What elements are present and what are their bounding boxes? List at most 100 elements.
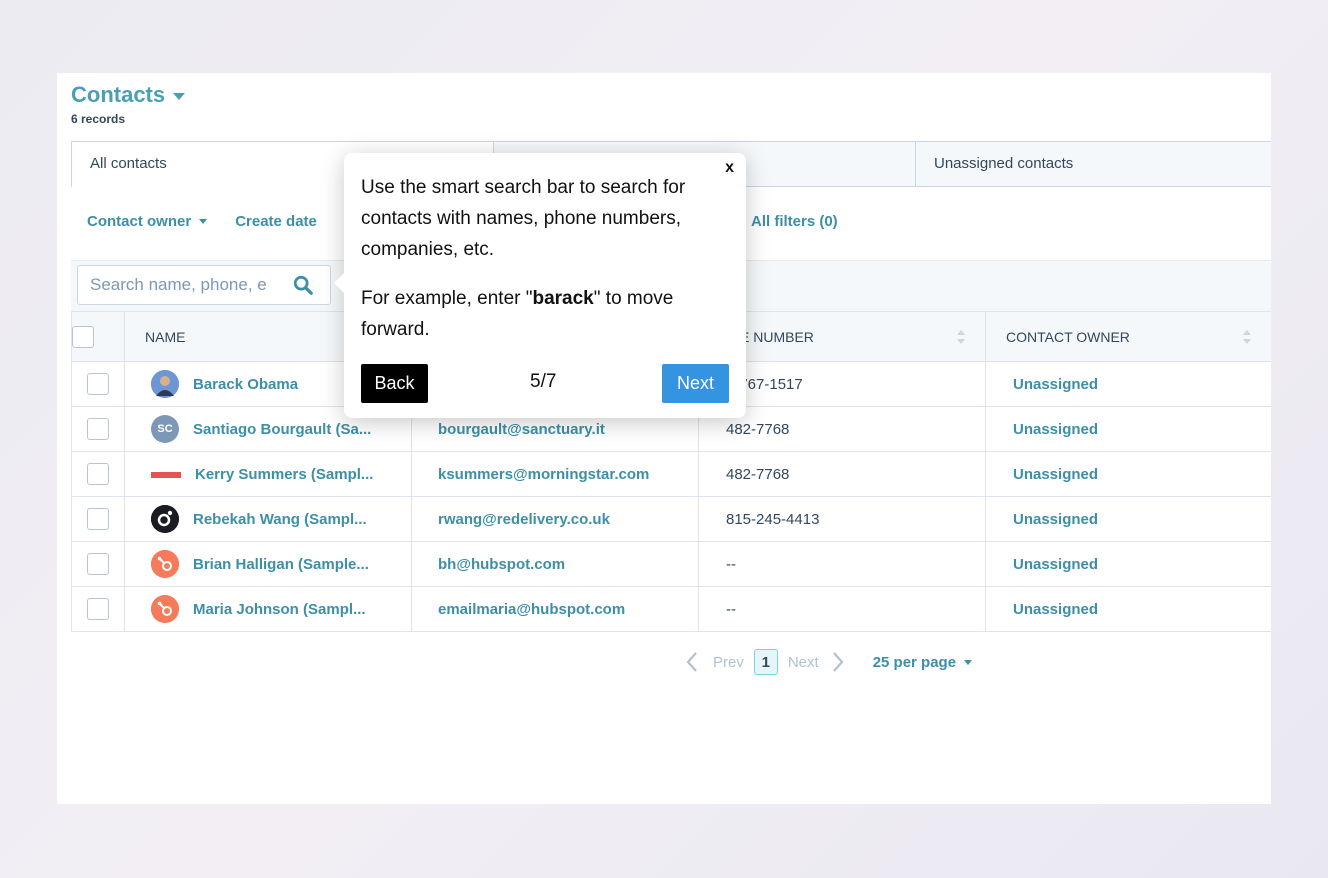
filter-label: Contact owner	[87, 213, 192, 230]
page-title[interactable]: Contacts	[71, 82, 165, 108]
name-cell: Brian Halligan (Sample...	[124, 541, 412, 587]
email-link[interactable]: emailmaria@hubspot.com	[412, 601, 698, 618]
next-page-button[interactable]: Next	[788, 654, 819, 671]
tab-unassigned-contacts[interactable]: Unassigned contacts	[916, 142, 1271, 186]
avatar	[151, 370, 179, 398]
owner-cell: Unassigned	[985, 361, 1271, 407]
table-row: Kerry Summers (Sampl... ksummers@morning…	[71, 451, 1271, 497]
name-cell: Maria Johnson (Sampl...	[124, 586, 412, 632]
email-link[interactable]: bh@hubspot.com	[412, 556, 698, 573]
owner-link[interactable]: Unassigned	[986, 556, 1271, 573]
row-select-cell	[71, 361, 125, 407]
row-select-cell	[71, 496, 125, 542]
contact-name-link[interactable]: Brian Halligan (Sample...	[193, 556, 369, 573]
row-checkbox[interactable]	[87, 553, 109, 575]
contact-name-link[interactable]: Santiago Bourgault (Sa...	[193, 421, 371, 438]
row-checkbox[interactable]	[87, 373, 109, 395]
chevron-left-icon[interactable]	[685, 651, 699, 673]
phone-value: 482-7768	[726, 465, 790, 483]
search-input-text[interactable]: Search name, phone, e	[90, 275, 286, 295]
select-all-cell	[71, 311, 125, 362]
table-row: Brian Halligan (Sample... bh@hubspot.com…	[71, 541, 1271, 587]
back-button[interactable]: Back	[361, 364, 428, 403]
per-page-dropdown[interactable]: 25 per page	[873, 654, 973, 671]
owner-cell: Unassigned	[985, 496, 1271, 542]
owner-link[interactable]: Unassigned	[986, 601, 1271, 618]
row-checkbox[interactable]	[87, 463, 109, 485]
contact-name-link[interactable]: Maria Johnson (Sampl...	[193, 601, 366, 618]
filter-label: Create date	[235, 213, 317, 230]
tooltip-arrow	[334, 273, 344, 293]
company-logo-icon	[151, 469, 181, 479]
hubspot-logo-icon	[151, 595, 179, 623]
search-icon[interactable]	[292, 274, 314, 296]
email-link[interactable]: rwang@redelivery.co.uk	[412, 511, 698, 528]
row-select-cell	[71, 451, 125, 497]
next-button[interactable]: Next	[662, 364, 729, 403]
tooltip-text: Use the smart search bar to search for c…	[361, 177, 686, 260]
contact-owner-filter[interactable]: Contact owner	[87, 213, 208, 230]
chevron-down-icon	[199, 219, 208, 224]
tour-tooltip: x Use the smart search bar to search for…	[334, 153, 746, 418]
owner-cell: Unassigned	[985, 406, 1271, 452]
phone-value: --	[726, 555, 736, 573]
chevron-right-icon[interactable]	[831, 651, 845, 673]
sort-icon[interactable]	[1243, 329, 1251, 344]
owner-cell: Unassigned	[985, 541, 1271, 587]
contact-name-link[interactable]: Kerry Summers (Sampl...	[195, 466, 373, 483]
chevron-down-icon[interactable]	[173, 92, 186, 100]
example-text-start: For example, enter "	[361, 288, 533, 309]
row-select-cell	[71, 406, 125, 452]
phone-cell: 815-245-4413	[698, 496, 986, 542]
column-header-owner[interactable]: CONTACT OWNER	[985, 311, 1271, 362]
close-button[interactable]: x	[725, 159, 734, 177]
phone-value: --	[726, 600, 736, 618]
tooltip-example-text: For example, enter "barack" to move forw…	[361, 283, 726, 345]
select-all-checkbox[interactable]	[72, 325, 94, 348]
phone-value: 815-245-4413	[726, 510, 820, 528]
email-cell: emailmaria@hubspot.com	[411, 586, 699, 632]
email-cell: rwang@redelivery.co.uk	[411, 496, 699, 542]
phone-cell: --	[698, 586, 986, 632]
table-row: Maria Johnson (Sampl... emailmaria@hubsp…	[71, 586, 1271, 632]
pagination: Prev 1 Next 25 per page	[685, 649, 973, 675]
search-input[interactable]: Search name, phone, e	[77, 265, 331, 305]
name-cell: Kerry Summers (Sampl...	[124, 451, 412, 497]
email-link[interactable]: bourgault@sanctuary.it	[412, 421, 698, 438]
owner-cell: Unassigned	[985, 451, 1271, 497]
avatar: SC	[151, 415, 179, 443]
row-select-cell	[71, 541, 125, 587]
contact-name-link[interactable]: Barack Obama	[193, 376, 298, 393]
owner-link[interactable]: Unassigned	[986, 421, 1271, 438]
current-page[interactable]: 1	[753, 649, 778, 675]
column-label: NAME	[145, 328, 186, 345]
create-date-filter[interactable]: Create date	[235, 213, 317, 230]
page-title-dropdown[interactable]: Contacts	[71, 82, 186, 108]
hubspot-logo-icon	[151, 550, 179, 578]
example-keyword: barack	[532, 288, 594, 309]
contact-name-link[interactable]: Rebekah Wang (Sampl...	[193, 511, 367, 528]
records-count: 6 records	[71, 112, 126, 126]
name-cell: Rebekah Wang (Sampl...	[124, 496, 412, 542]
person-photo-icon	[151, 370, 179, 398]
filter-bar: Contact owner Create date	[87, 213, 345, 230]
phone-cell: 482-7768	[698, 451, 986, 497]
chevron-down-icon	[964, 659, 973, 665]
row-checkbox[interactable]	[87, 598, 109, 620]
table-row: Rebekah Wang (Sampl... rwang@redelivery.…	[71, 496, 1271, 542]
row-checkbox[interactable]	[87, 418, 109, 440]
row-checkbox[interactable]	[87, 508, 109, 530]
email-link[interactable]: ksummers@morningstar.com	[412, 466, 698, 483]
owner-link[interactable]: Unassigned	[986, 376, 1271, 393]
email-cell: bh@hubspot.com	[411, 541, 699, 587]
all-filters-button[interactable]: All filters (0)	[751, 213, 838, 230]
phone-cell: --	[698, 541, 986, 587]
owner-link[interactable]: Unassigned	[986, 466, 1271, 483]
owner-cell: Unassigned	[985, 586, 1271, 632]
sort-icon[interactable]	[957, 329, 965, 344]
company-logo-icon	[151, 505, 179, 533]
prev-page-button[interactable]: Prev	[713, 654, 744, 671]
tab-label: All contacts	[90, 155, 167, 172]
owner-link[interactable]: Unassigned	[986, 511, 1271, 528]
tab-label: Unassigned contacts	[934, 155, 1074, 172]
